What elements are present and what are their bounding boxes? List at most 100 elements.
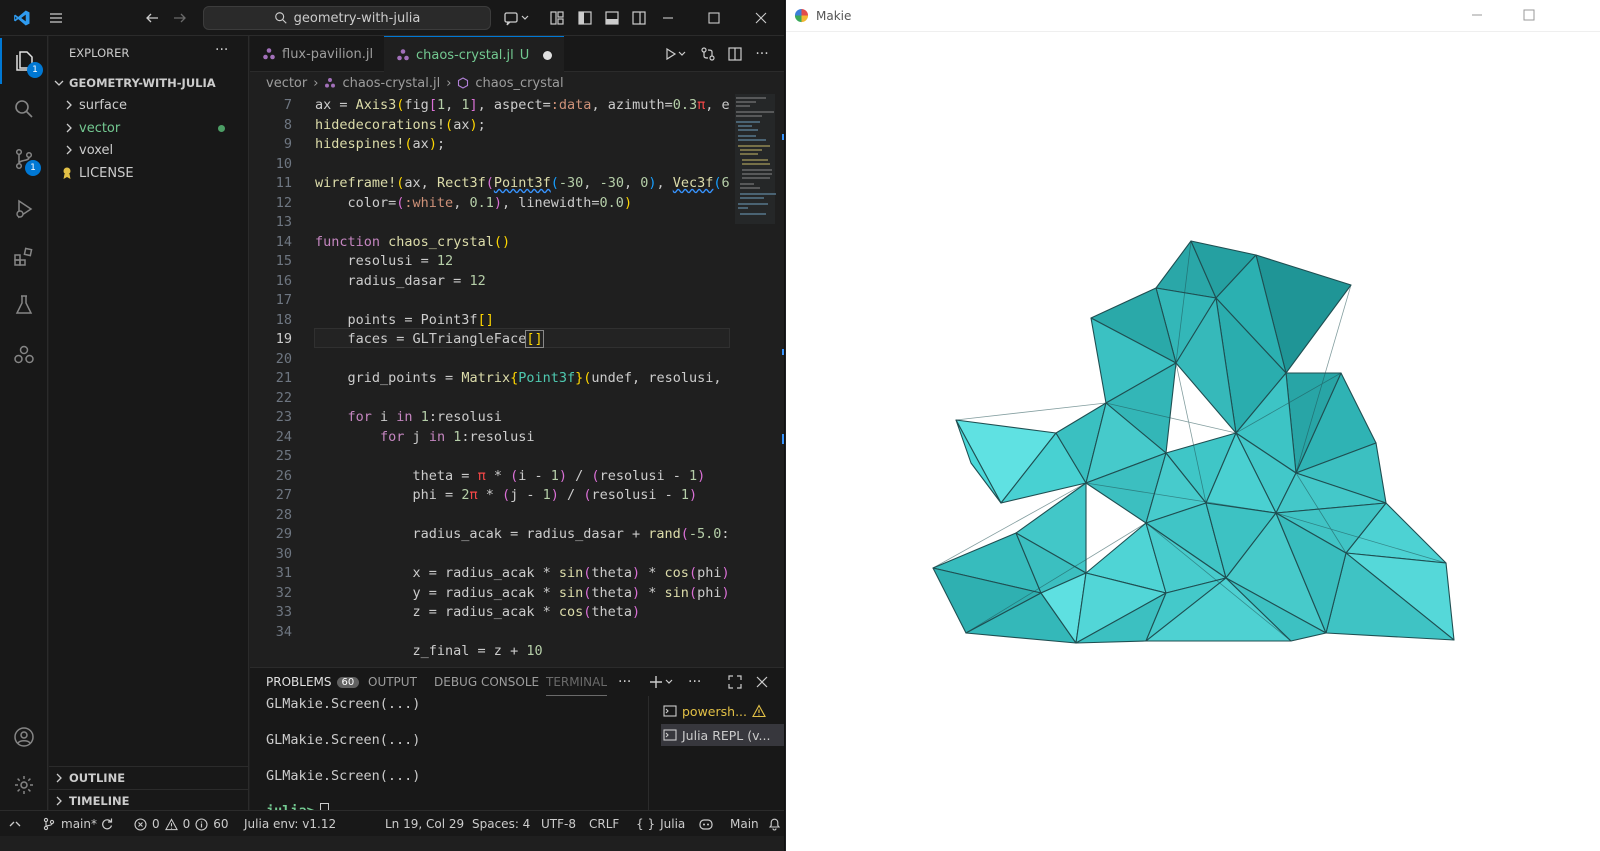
tab-debug-console[interactable]: DEBUG CONSOLE: [434, 668, 539, 696]
manage-activity-button[interactable]: [0, 762, 48, 808]
run-debug-activity-button[interactable]: [0, 186, 48, 232]
forward-arrow-icon[interactable]: [168, 6, 192, 30]
main-branch-status[interactable]: Main: [730, 811, 759, 837]
notifications-bell-icon[interactable]: [768, 811, 781, 837]
customize-layout-icon[interactable]: [545, 6, 569, 30]
code-line: hidespines!(ax);: [315, 136, 446, 152]
minimap[interactable]: [730, 94, 784, 666]
menu-icon[interactable]: [44, 6, 68, 30]
folder-surface[interactable]: surface: [49, 94, 249, 116]
run-icon[interactable]: [660, 42, 690, 66]
line-number: 15: [275, 253, 292, 269]
compare-changes-icon[interactable]: [696, 42, 720, 66]
tab-terminal[interactable]: TERMINAL: [546, 668, 608, 696]
terminal-output[interactable]: GLMakie.Screen(...) GLMakie.Screen(...) …: [250, 696, 648, 811]
explorer-root-folder[interactable]: GEOMETRY-WITH-JULIA: [49, 72, 249, 94]
makie-minimize-icon[interactable]: [1470, 8, 1484, 25]
line-number: 28: [275, 506, 292, 523]
line-number: 30: [275, 545, 292, 562]
explorer-badge: 1: [27, 62, 43, 78]
encoding-status[interactable]: UTF-8: [541, 811, 576, 837]
sync-icon[interactable]: [100, 811, 114, 837]
bottom-panel: PROBLEMS 60 OUTPUT DEBUG CONSOLE TERMINA…: [250, 667, 784, 811]
breadcrumb-folder[interactable]: vector: [266, 76, 307, 91]
extensions-activity-button[interactable]: [0, 234, 48, 280]
maximize-panel-icon[interactable]: [728, 668, 742, 696]
line-number: 23: [275, 409, 292, 425]
copilot-chat-icon[interactable]: [500, 6, 534, 30]
julia-file-icon: [397, 49, 409, 61]
flask-icon: [15, 295, 33, 314]
eol-status[interactable]: CRLF: [589, 811, 619, 837]
outline-section[interactable]: OUTLINE: [49, 766, 249, 788]
new-terminal-icon[interactable]: [648, 668, 676, 696]
cursor-position-status[interactable]: Ln 19, Col 29: [385, 811, 464, 837]
folder-vector[interactable]: vector: [49, 117, 249, 139]
breadcrumb-separator-icon: ›: [446, 75, 452, 91]
tab-output[interactable]: OUTPUT: [368, 668, 417, 696]
editor-more-actions-icon[interactable]: ···: [750, 42, 774, 66]
language-status[interactable]: { } Julia: [636, 811, 685, 837]
julia-env-status[interactable]: Julia env: v1.12: [244, 811, 336, 837]
tab-chaos-crystal[interactable]: chaos-crystal.jl U: [384, 36, 565, 73]
gear-icon: [15, 776, 33, 794]
breadcrumb-file[interactable]: chaos-crystal.jl: [342, 76, 440, 91]
close-panel-icon[interactable]: [756, 668, 768, 696]
explorer-activity-button[interactable]: 1: [0, 38, 48, 84]
timeline-label: TIMELINE: [69, 793, 130, 808]
unsaved-dot-icon[interactable]: [543, 50, 553, 60]
crystal-mesh-render[interactable]: [786, 33, 1600, 851]
julia-file-icon: [325, 78, 336, 88]
line-number: 12: [275, 194, 292, 211]
explorer-more-actions-icon[interactable]: ···: [215, 42, 228, 58]
tab-flux-pavilion[interactable]: flux-pavilion.jl: [250, 36, 387, 72]
indentation-status[interactable]: Spaces: 4: [472, 811, 530, 837]
problems-count-badge: 60: [336, 676, 360, 688]
julia-activity-button[interactable]: [0, 332, 48, 378]
folder-label: surface: [79, 97, 128, 113]
breadcrumb-separator-icon: ›: [313, 75, 319, 91]
toggle-secondary-sidebar-icon[interactable]: [627, 6, 651, 30]
makie-title-bar: Makie: [786, 0, 1600, 32]
chevron-right-icon: [56, 773, 62, 782]
makie-maximize-icon[interactable]: [1522, 8, 1536, 25]
accounts-activity-button[interactable]: [0, 714, 48, 760]
activity-bar: 1 1: [0, 36, 48, 836]
branch-status[interactable]: main*: [42, 811, 97, 837]
line-number: 14: [275, 233, 292, 250]
line-number: 9: [283, 136, 292, 152]
breadcrumb-symbol[interactable]: chaos_crystal: [475, 76, 563, 91]
toggle-panel-icon[interactable]: [600, 6, 624, 30]
julia-env-label: Julia env: v1.12: [244, 817, 337, 831]
tab-label: DEBUG CONSOLE: [434, 675, 540, 689]
split-editor-icon[interactable]: [723, 42, 747, 66]
line-number: 29: [275, 526, 292, 542]
chevron-right-icon: [66, 100, 72, 110]
code-line: hidedecorations!(ax);: [315, 116, 486, 133]
terminal-item-powershell[interactable]: powersh...: [663, 700, 766, 722]
indentation-label: Spaces: 4: [472, 817, 531, 831]
minimize-icon[interactable]: [656, 6, 680, 30]
back-arrow-icon[interactable]: [140, 6, 164, 30]
toggle-primary-sidebar-icon[interactable]: [573, 6, 597, 30]
maximize-icon[interactable]: [702, 6, 726, 30]
command-center-search[interactable]: geometry-with-julia: [203, 6, 491, 30]
terminal-more-icon[interactable]: ···: [688, 668, 701, 696]
file-license[interactable]: LICENSE: [49, 162, 249, 184]
terminal-item-julia[interactable]: Julia REPL (v...: [661, 724, 784, 746]
problems-status[interactable]: 0 0 60: [134, 811, 229, 837]
source-control-activity-button[interactable]: 1: [0, 136, 48, 182]
folder-voxel[interactable]: voxel: [49, 139, 249, 161]
code-area[interactable]: 7 8 9 10 11 12 13 14 15 16 17 18 19 20 21 22 23 24 25 26 27 2…: [250, 94, 730, 666]
copilot-status-icon[interactable]: [698, 811, 714, 837]
timeline-section[interactable]: TIMELINE: [49, 789, 249, 811]
close-window-icon[interactable]: [749, 6, 773, 30]
remote-indicator-icon[interactable]: [8, 811, 22, 837]
line-number: 17: [275, 292, 292, 308]
panel-overflow-icon[interactable]: ···: [618, 668, 631, 696]
terminal-icon: [663, 705, 677, 717]
search-activity-button[interactable]: [0, 86, 48, 132]
tab-problems[interactable]: PROBLEMS 60: [266, 668, 360, 696]
testing-activity-button[interactable]: [0, 282, 48, 328]
title-bar: geometry-with-julia: [0, 0, 784, 36]
